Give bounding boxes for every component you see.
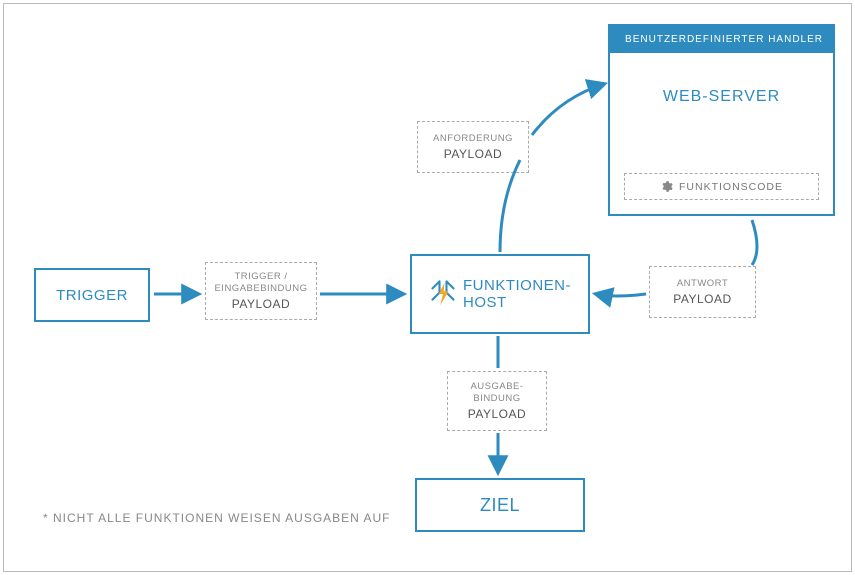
function-code-box: FUNKTIONSCODE: [624, 173, 819, 200]
request-payload-label: PAYLOAD: [444, 147, 502, 161]
output-payload-box: AUSGABE- BINDUNG PAYLOAD: [447, 371, 547, 431]
custom-handler-frame: BENUTZERDEFINIERTER HANDLER WEB-SERVER F…: [608, 24, 835, 216]
output-payload-label: PAYLOAD: [468, 407, 526, 421]
function-code-label: FUNKTIONSCODE: [679, 181, 783, 193]
host-line1: FUNKTIONEN-: [463, 277, 571, 294]
host-line2: HOST: [463, 294, 571, 311]
target-label: ZIEL: [480, 495, 520, 516]
response-payload-box: ANTWORT PAYLOAD: [649, 266, 756, 318]
trigger-payload-line1: TRIGGER /: [234, 271, 287, 283]
handler-header: BENUTZERDEFINIERTER HANDLER: [610, 26, 833, 53]
trigger-label: TRIGGER: [56, 287, 128, 304]
azure-functions-icon: [429, 280, 457, 308]
trigger-box: TRIGGER: [34, 268, 150, 322]
request-payload-box: ANFORDERUNG PAYLOAD: [417, 121, 529, 173]
target-box: ZIEL: [415, 478, 585, 532]
functions-host-box: FUNKTIONEN- HOST: [410, 254, 590, 334]
response-payload-top: ANTWORT: [677, 278, 728, 290]
trigger-payload-line2: EINGABEBINDUNG: [214, 283, 307, 295]
footnote: * NICHT ALLE FUNKTIONEN WEISEN AUSGABEN …: [43, 511, 391, 525]
output-payload-line2: BINDUNG: [473, 393, 520, 405]
gear-icon: [660, 180, 673, 193]
response-payload-label: PAYLOAD: [673, 292, 731, 306]
trigger-payload-label: PAYLOAD: [232, 297, 290, 311]
request-payload-top: ANFORDERUNG: [433, 133, 513, 145]
trigger-payload-box: TRIGGER / EINGABEBINDUNG PAYLOAD: [205, 262, 317, 320]
webserver-label: WEB-SERVER: [610, 88, 833, 106]
output-payload-line1: AUSGABE-: [470, 381, 523, 393]
